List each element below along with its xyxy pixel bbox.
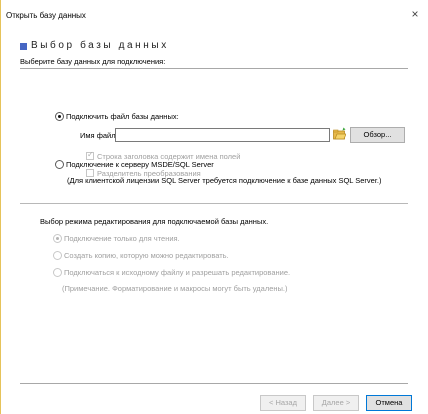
cancel-button[interactable]: Отмена bbox=[366, 395, 412, 411]
window-edge bbox=[0, 0, 1, 414]
back-button[interactable]: < Назад bbox=[260, 395, 306, 411]
section-divider bbox=[20, 203, 408, 204]
direct-edit-label: Подключаться к исходному файлу и разреша… bbox=[64, 268, 291, 277]
connect-server-radio[interactable] bbox=[55, 160, 64, 169]
copy-edit-label: Создать копию, которую можно редактирова… bbox=[64, 251, 229, 260]
connect-file-label[interactable]: Подключить файл базы данных: bbox=[66, 112, 179, 121]
close-icon[interactable]: × bbox=[408, 7, 422, 21]
header-divider bbox=[20, 68, 408, 69]
connect-file-radio[interactable] bbox=[55, 112, 64, 121]
section-title: Выбор базы данных bbox=[31, 40, 169, 51]
connect-server-label[interactable]: Подключение к серверу MSDE/SQL Server bbox=[66, 160, 214, 169]
window-title: Открыть базу данных bbox=[6, 11, 86, 20]
edit-mode-heading: Выбор режима редактирования для подключа… bbox=[40, 217, 269, 226]
copy-edit-radio[interactable] bbox=[53, 251, 62, 260]
read-only-radio[interactable] bbox=[53, 234, 62, 243]
header-square-icon bbox=[20, 43, 27, 50]
next-button[interactable]: Далее > bbox=[313, 395, 359, 411]
folder-open-icon[interactable] bbox=[333, 127, 346, 141]
header-row-checkbox[interactable] bbox=[86, 150, 94, 160]
read-only-label: Подключение только для чтения. bbox=[64, 234, 180, 243]
open-database-dialog: Открыть базу данных × Выбор базы данных … bbox=[0, 0, 428, 414]
sql-server-note: (Для клиентской лицензии SQL Server треб… bbox=[67, 176, 382, 185]
footer-divider bbox=[20, 383, 408, 384]
edit-mode-note: (Примечание. Форматирование и макросы мо… bbox=[62, 284, 288, 293]
file-name-input[interactable] bbox=[115, 128, 330, 142]
browse-button[interactable]: Обзор... bbox=[350, 127, 405, 143]
direct-edit-radio[interactable] bbox=[53, 268, 62, 277]
section-subtitle: Выберите базу данных для подключения: bbox=[20, 57, 166, 66]
